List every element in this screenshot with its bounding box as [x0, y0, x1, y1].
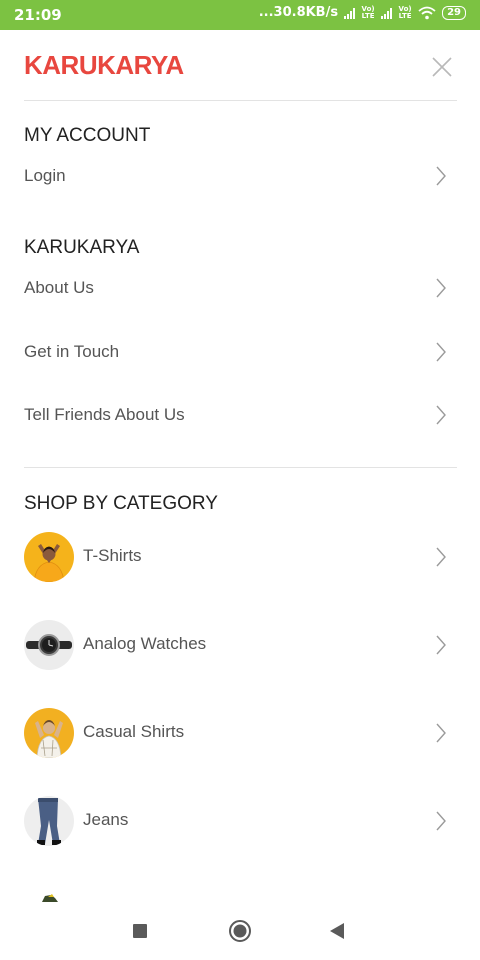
casual-shirt-model-thumbnail [24, 708, 74, 758]
triangle-back-icon[interactable] [328, 922, 346, 940]
close-icon[interactable] [430, 55, 454, 79]
chevron-right-icon [436, 723, 446, 743]
brand-logo: KARUKARYA [24, 50, 184, 80]
category-label: Casual Shirts [83, 722, 185, 741]
category-label: Analog Watches [83, 634, 207, 653]
section-divider [24, 467, 457, 468]
category-item-partial[interactable] [24, 893, 456, 902]
tshirt-model-thumbnail [24, 532, 74, 582]
category-label: Jeans [83, 810, 129, 829]
category-label: T-Shirts [83, 546, 142, 565]
chevron-right-icon [436, 166, 446, 186]
menu-item-get-in-touch[interactable]: Get in Touch [24, 330, 456, 374]
volte-icon-2: Vo) LTE [398, 4, 412, 20]
circle-home-icon[interactable] [228, 919, 252, 943]
wifi-icon [418, 6, 436, 19]
menu-item-label: Tell Friends About Us [24, 405, 185, 424]
section-title-my-account: MY ACCOUNT [24, 125, 151, 146]
menu-item-label: Get in Touch [24, 342, 120, 361]
category-item-analog-watches[interactable]: Analog Watches [24, 617, 456, 673]
chevron-right-icon [436, 405, 446, 425]
volte-icon: Vo) LTE [361, 4, 375, 20]
header-divider [24, 100, 457, 101]
category-item-jeans[interactable]: Jeans [24, 793, 456, 849]
menu-item-label: About Us [24, 278, 94, 297]
status-icons: ...30.8KB/s Vo) LTE Vo) LTE 29 [259, 5, 466, 20]
system-navigation-bar [0, 902, 480, 960]
square-recents-icon[interactable] [132, 923, 148, 939]
status-bar: 21:09 ...30.8KB/s Vo) LTE Vo) LTE 29 [0, 0, 480, 30]
section-title-shop-by-category: SHOP BY CATEGORY [24, 493, 218, 514]
chevron-right-icon [436, 342, 446, 362]
menu-item-about-us[interactable]: About Us [24, 266, 456, 310]
jeans-thumbnail [24, 796, 74, 846]
category-item-t-shirts[interactable]: T-Shirts [24, 529, 456, 585]
signal-icon [344, 7, 356, 19]
chevron-right-icon [436, 811, 446, 831]
menu-item-tell-friends[interactable]: Tell Friends About Us [24, 393, 456, 437]
clock: 21:09 [14, 6, 62, 24]
watch-thumbnail [24, 620, 74, 670]
menu-item-login[interactable]: Login [24, 154, 456, 198]
menu-item-label: Login [24, 166, 66, 185]
battery-icon: 29 [442, 5, 466, 20]
chevron-right-icon [436, 635, 446, 655]
chevron-right-icon [436, 278, 446, 298]
signal-icon-2 [381, 7, 393, 19]
network-speed: ...30.8KB/s [258, 5, 339, 20]
section-title-karukarya: KARUKARYA [24, 237, 140, 258]
category-item-casual-shirts[interactable]: Casual Shirts [24, 705, 456, 761]
partial-thumbnail [42, 894, 58, 902]
chevron-right-icon [436, 547, 446, 567]
